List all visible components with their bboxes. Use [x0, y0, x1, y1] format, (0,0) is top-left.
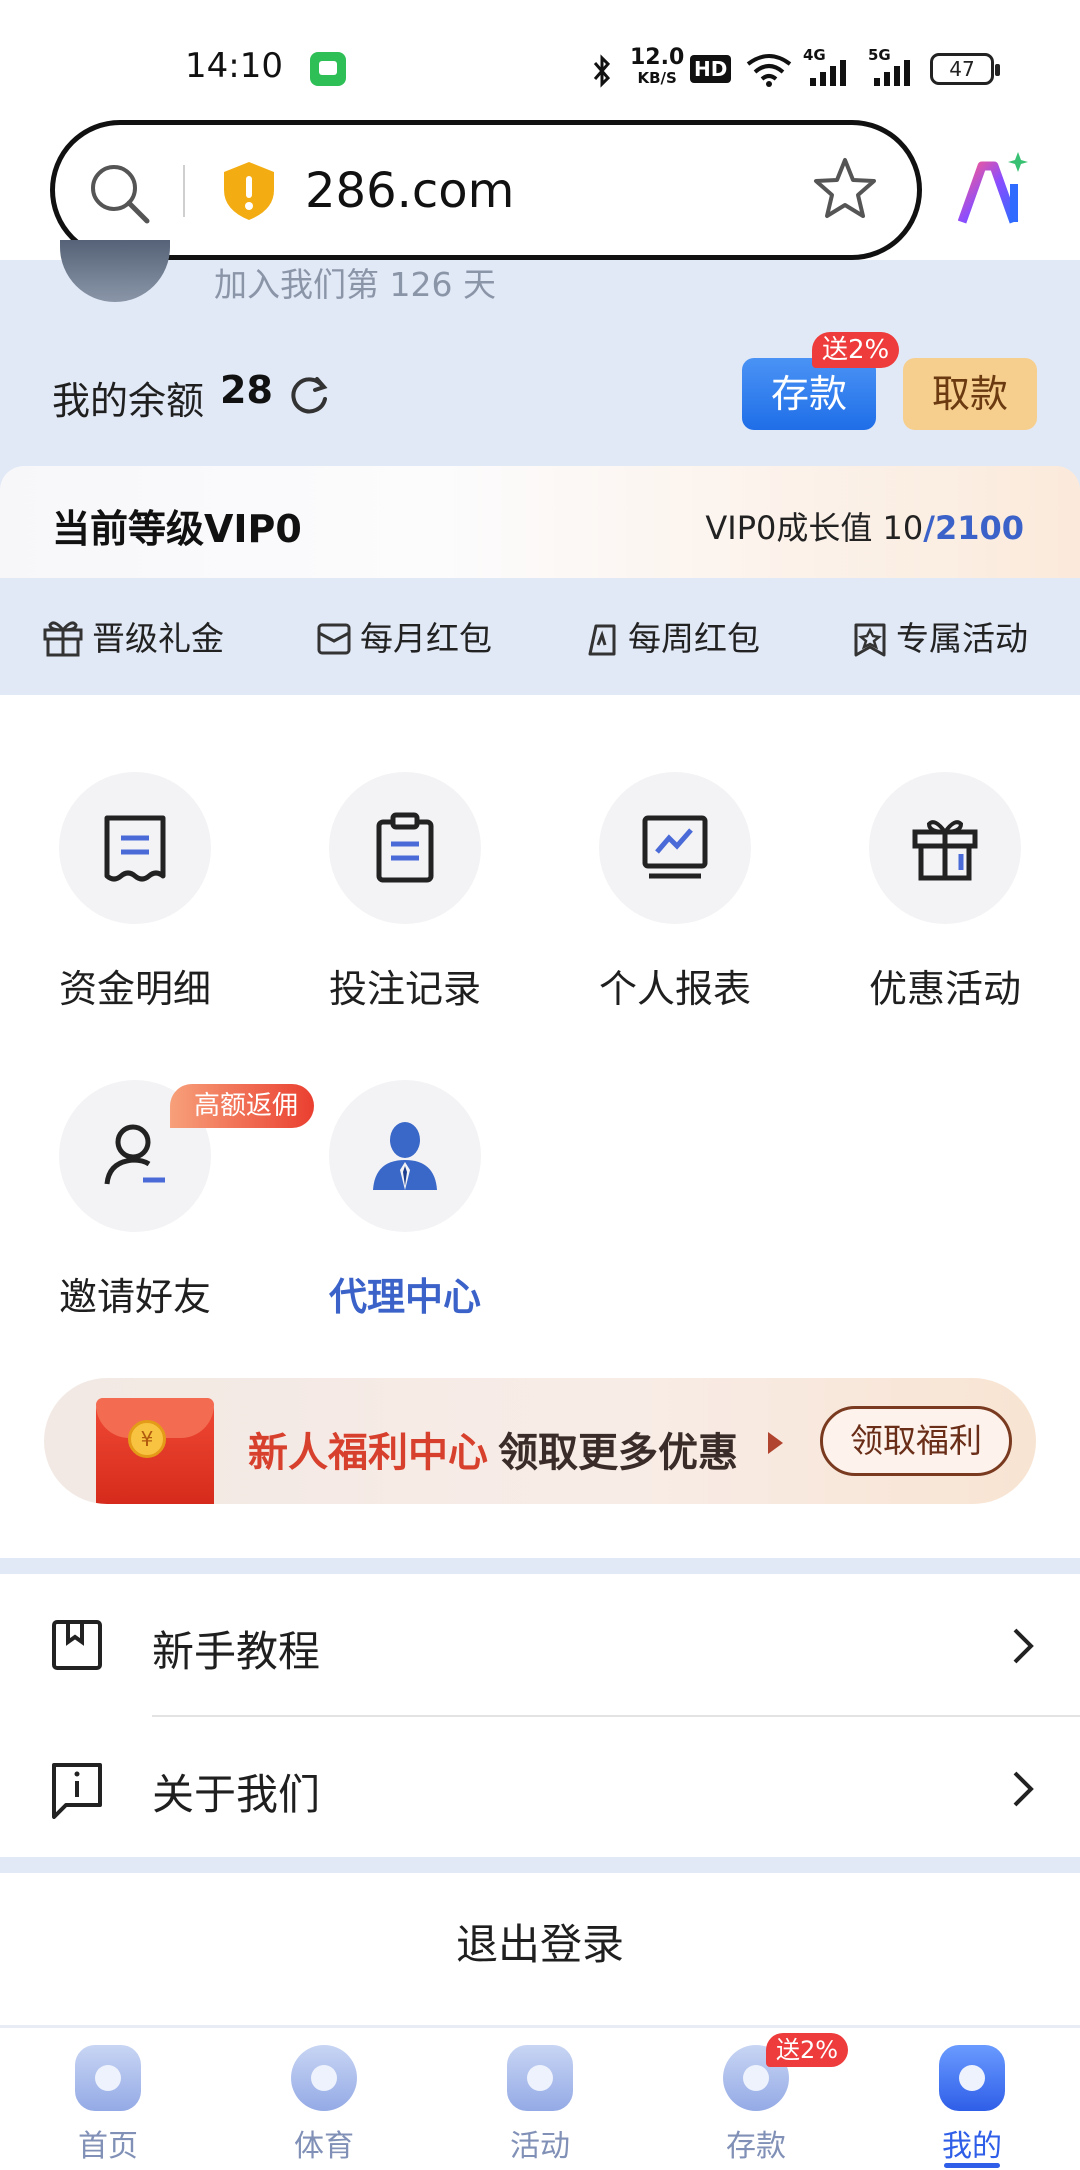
menu-beginner-tutorial[interactable]: 新手教程	[0, 1574, 1080, 1714]
home-icon	[75, 2045, 141, 2111]
search-icon[interactable]	[87, 161, 153, 227]
coin-icon: ¥	[128, 1420, 166, 1458]
claim-welfare-button[interactable]: 领取福利	[820, 1406, 1012, 1476]
status-bar	[0, 0, 1080, 120]
benefit-weekly-red-packet[interactable]: 每周红包	[584, 612, 760, 658]
chevron-right-icon	[1013, 1628, 1034, 1664]
section-separator	[0, 1857, 1080, 1873]
envelope-icon	[317, 623, 351, 655]
nav-sports[interactable]: 体育	[254, 2045, 394, 2165]
section-separator	[0, 1558, 1080, 1574]
benefit-monthly-red-packet[interactable]: 每月红包	[316, 612, 492, 658]
url-divider	[183, 165, 185, 217]
gift-icon	[43, 621, 83, 657]
benefit-promotion-bonus[interactable]: 晋级礼金	[42, 612, 224, 658]
signal-icon	[810, 60, 846, 86]
deposit-button[interactable]: 存款	[742, 358, 876, 430]
play-arrow-icon	[768, 1432, 783, 1454]
nav-active-indicator	[944, 2163, 1000, 2168]
net-speed: 12.0 KB/S	[630, 45, 685, 88]
shield-warning-icon[interactable]	[220, 160, 278, 222]
user-profile-icon	[939, 2045, 1005, 2111]
url-text[interactable]: 286.com	[305, 163, 514, 219]
menu-about-us[interactable]: 关于我们	[0, 1717, 1080, 1857]
book-icon	[52, 1620, 102, 1670]
nav-mine[interactable]: 我的	[902, 2045, 1042, 2165]
deposit-bonus-badge: 送2%	[812, 332, 900, 368]
vip-growth: VIP0成长值 10/2100	[705, 509, 1024, 547]
receipt-icon	[104, 815, 166, 882]
battery-indicator: 47	[930, 53, 1000, 85]
balance-value: 28	[220, 368, 273, 412]
calendar-icon	[588, 624, 616, 656]
chart-monitor-icon	[642, 815, 708, 879]
agent-icon	[373, 1122, 437, 1190]
chevron-right-icon	[1013, 1771, 1034, 1807]
nav-deposit-badge: 送2%	[766, 2033, 849, 2067]
join-days-text: 加入我们第 126 天	[214, 265, 496, 304]
tile-bet-records[interactable]: 投注记录	[315, 772, 495, 1013]
bluetooth-icon	[593, 54, 611, 88]
add-user-icon	[104, 1124, 165, 1185]
gift-box-icon	[912, 820, 978, 881]
balance-label: 我的余额	[52, 379, 205, 423]
logout-button[interactable]: 退出登录	[0, 1875, 1080, 2015]
banner-subtitle: 领取更多优惠	[498, 1430, 738, 1476]
clipboard-icon	[376, 812, 434, 883]
vip-level: 当前等级VIP0	[52, 507, 302, 551]
info-icon	[52, 1763, 102, 1819]
tile-agent-center[interactable]: 代理中心	[315, 1080, 495, 1321]
nav-activities[interactable]: 活动	[470, 2045, 610, 2165]
banner-title: 新人福利中心	[248, 1430, 488, 1476]
message-app-icon	[310, 52, 346, 86]
tile-promotions[interactable]: 优惠活动	[855, 772, 1035, 1013]
withdraw-button[interactable]: 取款	[903, 358, 1037, 430]
ai-assistant-icon[interactable]	[958, 152, 1028, 228]
high-rebate-badge: 高额返佣	[170, 1084, 315, 1128]
tile-fund-details[interactable]: 资金明细	[45, 772, 225, 1013]
soccer-ball-icon	[291, 2045, 357, 2111]
tile-personal-report[interactable]: 个人报表	[585, 772, 765, 1013]
gift-icon	[507, 2045, 573, 2111]
benefit-exclusive-activity[interactable]: 专属活动	[852, 612, 1028, 658]
bookmark-star-icon[interactable]	[811, 155, 879, 223]
nav-home[interactable]: 首页	[38, 2045, 178, 2165]
status-time: 14:10	[185, 46, 283, 86]
refresh-icon[interactable]	[287, 373, 331, 417]
address-bar[interactable]: 286.com	[50, 120, 922, 260]
wifi-icon	[746, 54, 792, 87]
hd-badge: HD	[690, 55, 732, 83]
star-badge-icon	[854, 623, 886, 657]
signal-icon-2	[874, 60, 910, 86]
